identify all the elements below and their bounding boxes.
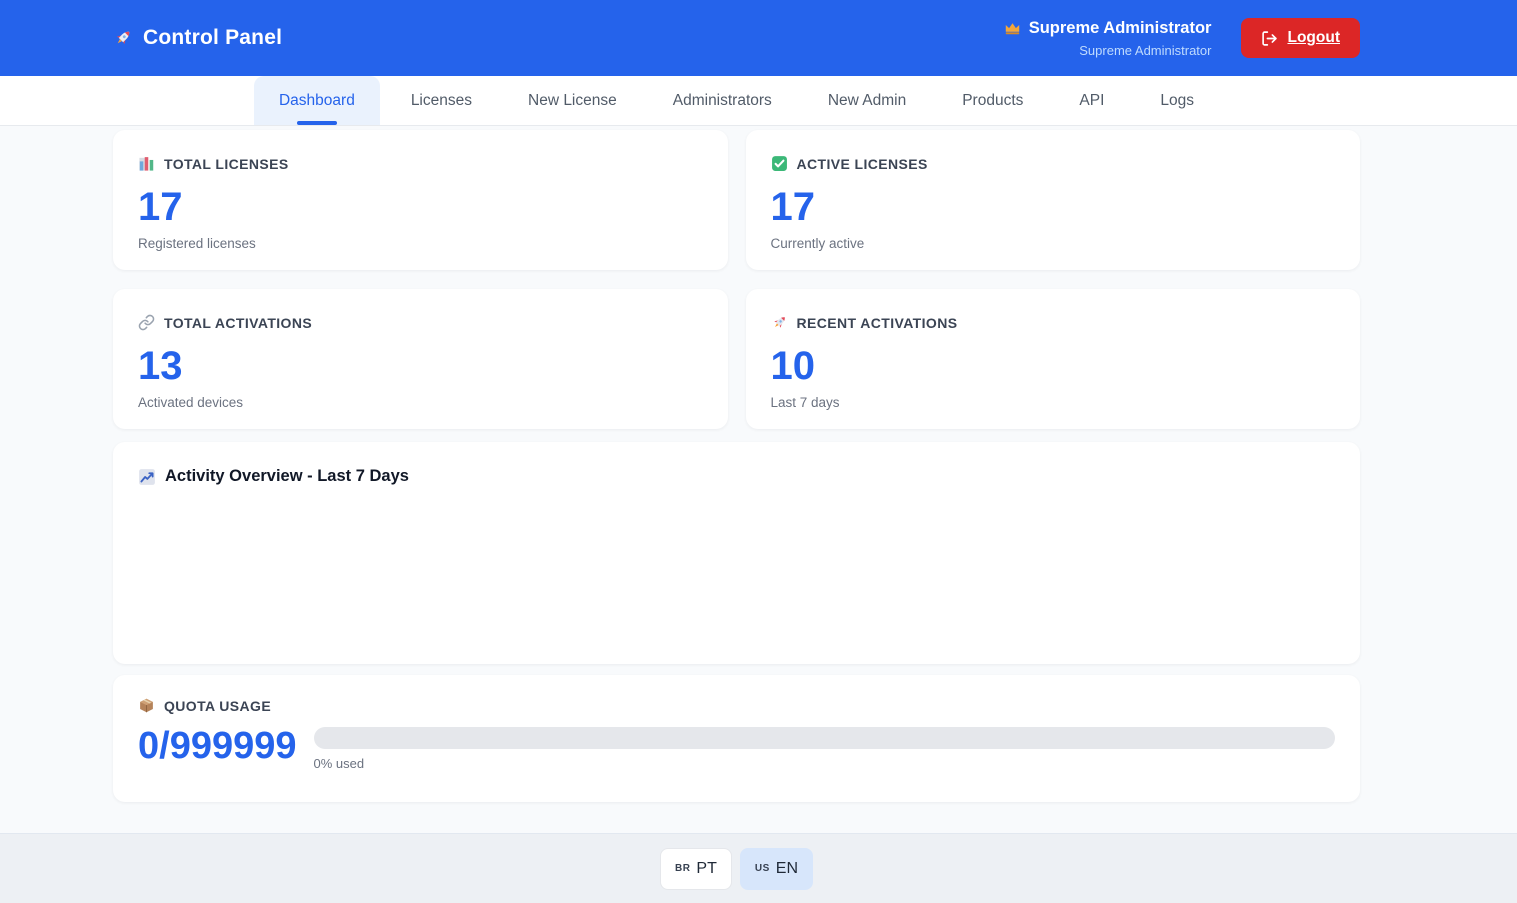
stat-subtitle: Last 7 days: [771, 395, 1336, 410]
us-flag-icon: US: [755, 863, 770, 874]
bar-chart-icon: [138, 155, 155, 172]
tab-new-license[interactable]: New License: [503, 76, 642, 125]
stat-title: ACTIVE LICENSES: [797, 156, 928, 172]
stat-value: 17: [138, 187, 703, 227]
nav-tabs: Dashboard Licenses New License Administr…: [0, 76, 1517, 126]
check-icon: [771, 155, 788, 172]
page-title: Control Panel: [143, 26, 282, 50]
tab-administrators[interactable]: Administrators: [648, 76, 797, 125]
stat-card-active-licenses: ACTIVE LICENSES 17 Currently active: [746, 130, 1361, 270]
stat-title: RECENT ACTIVATIONS: [797, 315, 958, 331]
tab-api[interactable]: API: [1054, 76, 1129, 125]
stat-subtitle: Currently active: [771, 236, 1336, 251]
chart-title: Activity Overview - Last 7 Days: [165, 467, 409, 486]
dashboard-content: TOTAL LICENSES 17 Registered licenses AC…: [113, 126, 1360, 833]
logout-button[interactable]: Logout: [1241, 18, 1360, 58]
activity-overview-card: Activity Overview - Last 7 Days: [113, 442, 1360, 664]
stat-card-recent-activations: RECENT ACTIVATIONS 10 Last 7 days: [746, 289, 1361, 429]
tab-products[interactable]: Products: [937, 76, 1048, 125]
language-label-pt: PT: [696, 860, 716, 878]
logout-icon: [1261, 30, 1278, 47]
brand: Control Panel: [113, 26, 282, 50]
quota-progress-bar: [314, 727, 1336, 749]
stat-value: 10: [771, 346, 1336, 386]
app-header: Control Panel Supreme Administrator Supr…: [0, 0, 1517, 76]
crown-icon: [1004, 20, 1021, 37]
rocket-icon: [113, 28, 133, 48]
quota-value: 0/999999: [138, 725, 297, 769]
user-name: Supreme Administrator: [1029, 19, 1212, 38]
stat-subtitle: Activated devices: [138, 395, 703, 410]
chart-area: [138, 486, 1335, 636]
language-button-pt[interactable]: BR PT: [660, 848, 732, 890]
brazil-flag-icon: BR: [675, 863, 690, 874]
quota-percent-label: 0% used: [314, 756, 1336, 771]
footer: BR PT US EN: [0, 833, 1517, 903]
quota-usage-card: QUOTA USAGE 0/999999 0% used: [113, 675, 1360, 802]
stat-title: TOTAL LICENSES: [164, 156, 289, 172]
user-role: Supreme Administrator: [1004, 43, 1212, 58]
stat-title: TOTAL ACTIVATIONS: [164, 315, 312, 331]
tab-licenses[interactable]: Licenses: [386, 76, 497, 125]
chart-increasing-icon: [138, 468, 156, 486]
language-button-en[interactable]: US EN: [740, 848, 813, 890]
link-icon: [138, 314, 155, 331]
rocket-icon: [771, 314, 788, 331]
stat-card-total-licenses: TOTAL LICENSES 17 Registered licenses: [113, 130, 728, 270]
tab-new-admin[interactable]: New Admin: [803, 76, 931, 125]
tab-dashboard[interactable]: Dashboard: [254, 76, 380, 125]
stat-value: 13: [138, 346, 703, 386]
quota-title: QUOTA USAGE: [164, 698, 271, 714]
tab-logs[interactable]: Logs: [1135, 76, 1219, 125]
stat-value: 17: [771, 187, 1336, 227]
package-icon: [138, 697, 155, 714]
stat-card-total-activations: TOTAL ACTIVATIONS 13 Activated devices: [113, 289, 728, 429]
language-label-en: EN: [776, 860, 798, 878]
user-info: Supreme Administrator Supreme Administra…: [1004, 19, 1212, 58]
stat-subtitle: Registered licenses: [138, 236, 703, 251]
logout-label: Logout: [1287, 29, 1340, 47]
